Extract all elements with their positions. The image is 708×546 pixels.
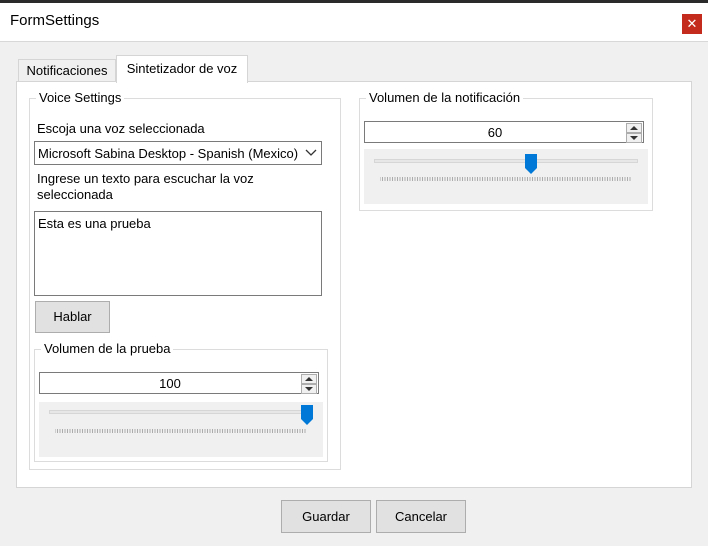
notification-volume-up-button[interactable] [626, 123, 642, 133]
test-text-label-line1: Ingrese un texto para escuchar la voz [37, 171, 254, 186]
title-bar: FormSettings ✕ [0, 3, 708, 41]
slider-ticks [55, 429, 306, 433]
voice-select-value: Microsoft Sabina Desktop - Spanish (Mexi… [38, 146, 299, 161]
arrow-down-icon [305, 387, 313, 391]
arrow-up-icon [305, 377, 313, 381]
voice-settings-group: Voice Settings Escoja una voz selecciona… [29, 90, 341, 470]
close-button[interactable]: ✕ [682, 14, 702, 34]
chevron-down-icon [305, 149, 317, 156]
test-volume-group: Volumen de la prueba 100 [34, 341, 328, 462]
arrow-down-icon [630, 136, 638, 140]
test-volume-legend: Volumen de la prueba [41, 341, 174, 356]
test-volume-value: 100 [159, 376, 181, 391]
notification-volume-slider[interactable] [364, 149, 648, 204]
notification-volume-legend: Volumen de la notificación [366, 90, 524, 105]
test-text-label: Ingrese un texto para escuchar la voz se… [37, 171, 254, 203]
save-button[interactable]: Guardar [281, 500, 371, 533]
choose-voice-label: Escoja una voz seleccionada [37, 121, 205, 136]
test-volume-down-button[interactable] [301, 384, 317, 394]
title-divider [0, 41, 708, 42]
slider-track [374, 159, 638, 163]
voice-select[interactable]: Microsoft Sabina Desktop - Spanish (Mexi… [34, 141, 322, 165]
notification-volume-down-button[interactable] [626, 133, 642, 143]
tab-panel: Voice Settings Escoja una voz selecciona… [16, 81, 692, 488]
close-icon: ✕ [686, 16, 698, 31]
window-title: FormSettings [10, 12, 100, 29]
slider-ticks [380, 177, 631, 181]
slider-thumb[interactable] [301, 405, 313, 425]
notification-volume-group: Volumen de la notificación 60 [359, 90, 653, 211]
arrow-up-icon [630, 126, 638, 130]
slider-track [49, 410, 313, 414]
notification-volume-input[interactable]: 60 [364, 121, 644, 143]
test-volume-slider[interactable] [39, 402, 323, 457]
speak-button[interactable]: Hablar [35, 301, 110, 333]
tab-sintetizador-de-voz[interactable]: Sintetizador de voz [116, 55, 248, 83]
test-volume-input[interactable]: 100 [39, 372, 319, 394]
voice-settings-legend: Voice Settings [36, 90, 125, 105]
test-volume-up-button[interactable] [301, 374, 317, 384]
cancel-button[interactable]: Cancelar [376, 500, 466, 533]
notification-volume-value: 60 [487, 125, 503, 140]
test-text-input[interactable]: Esta es una prueba [34, 211, 322, 296]
slider-thumb[interactable] [525, 154, 538, 174]
tab-notificaciones[interactable]: Notificaciones [18, 59, 116, 81]
test-text-label-line2: seleccionada [37, 187, 113, 202]
